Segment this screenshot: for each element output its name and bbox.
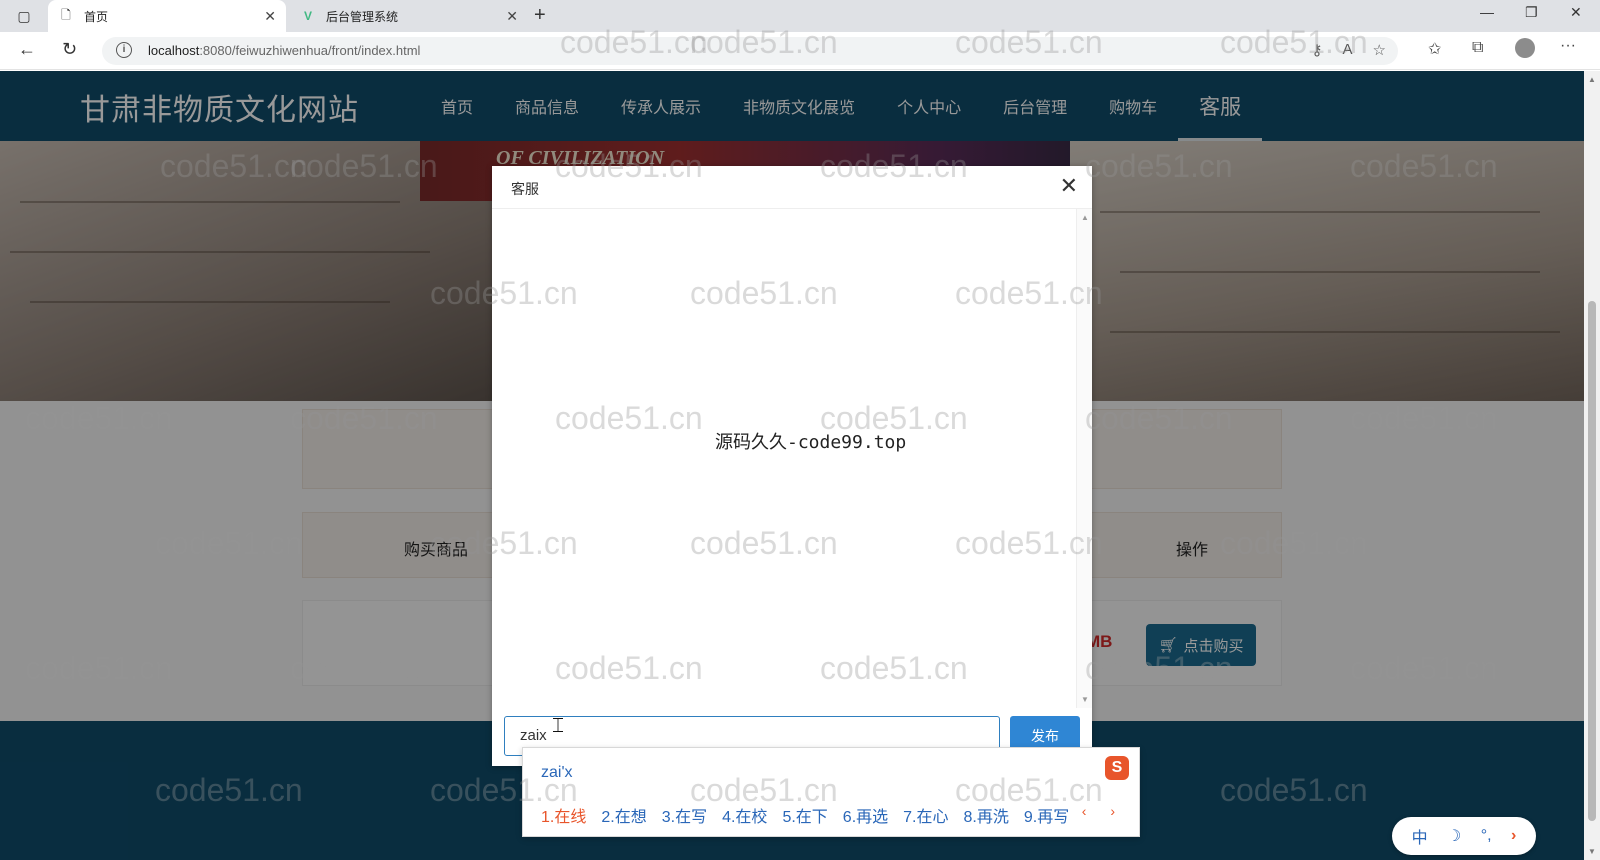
tab-title: 后台管理系统 [326,9,399,24]
ime-candidate[interactable]: 7.在心 [903,803,948,827]
close-icon[interactable]: ✕ [1060,174,1078,198]
ime-candidate[interactable]: 4.在校 [722,803,767,827]
reload-icon[interactable]: ↻ [62,39,77,60]
ime-candidate[interactable]: 3.在写 [662,803,707,827]
moon-icon[interactable]: ☽ [1447,826,1461,846]
address-bar: ← ↻ i localhost:8080/feiwuzhiwenhua/fron… [0,32,1600,70]
ime-composition: zai'x [541,764,573,781]
more-icon[interactable]: ··· [1560,37,1576,55]
ime-lang-toggle[interactable]: 中 [1412,824,1428,848]
profile-avatar[interactable] [1515,38,1535,58]
chat-message: 源码久久-code99.top [715,432,907,453]
vue-icon: V [303,9,312,23]
scroll-down-icon[interactable]: ▼ [1081,695,1089,704]
scroll-down-icon[interactable]: ▼ [1588,847,1596,856]
scroll-up-icon[interactable]: ▲ [1081,213,1089,222]
collections-icon[interactable]: ⧉ [1472,39,1483,57]
ime-candidate[interactable]: 1.在线 [541,803,586,827]
add-favorite-icon[interactable]: ☆ [1373,41,1386,59]
window-close-icon[interactable]: ✕ [1570,4,1582,21]
page-scrollbar[interactable]: ▲ ▼ [1584,71,1600,860]
tab-close-icon[interactable]: ✕ [264,8,276,25]
ime-candidate[interactable]: 5.在下 [782,803,827,827]
new-tab-icon[interactable]: + [534,4,546,27]
browser-tab-home[interactable]: 🗋 首页 ✕ [48,0,286,32]
ime-candidate-window: zai'x S 1.在线 2.在想 3.在写 4.在校 5.在下 6.再选 7.… [522,747,1140,837]
punctuation-icon[interactable]: °, [1481,827,1492,845]
url-icons: ⚷ A ☆ [1312,41,1386,59]
minimize-icon[interactable]: — [1480,4,1494,20]
browser-tab-bar: ▢ 🗋 首页 ✕ V 后台管理系统 ✕ + — ❐ ✕ [0,0,1600,32]
chat-message-area[interactable] [492,209,1076,708]
ime-candidate[interactable]: 8.再洗 [964,803,1009,827]
site-info-icon[interactable]: i [116,42,132,58]
scrollbar-thumb[interactable] [1588,301,1596,821]
customer-service-dialog: 客服 ✕ ▲ ▼ 源码久久-code99.top zaix 发布 [492,166,1092,766]
key-icon[interactable]: ⚷ [1312,41,1323,59]
text-cursor-icon: ⌶ [552,715,564,737]
ime-candidate[interactable]: 6.再选 [843,803,888,827]
back-icon[interactable]: ← [18,39,36,60]
browser-tab-admin[interactable]: V 后台管理系统 ✕ [290,0,528,32]
tab-actions-icon[interactable]: ▢ [8,5,40,27]
chat-scrollbar[interactable]: ▲ ▼ [1076,209,1092,708]
url-field[interactable]: i localhost:8080/feiwuzhiwenhua/front/in… [102,37,1398,65]
dialog-title: 客服 [511,181,539,197]
ime-toolbar: 中 ☽ °, › [1392,817,1536,855]
page-icon: 🗋 [61,7,71,22]
url-text: localhost:8080/feiwuzhiwenhua/front/inde… [148,43,421,58]
tab-close-icon[interactable]: ✕ [506,8,518,25]
sogou-logo-icon: S [1105,756,1129,780]
dialog-header: 客服 ✕ [492,166,1092,209]
ime-candidate[interactable]: 2.在想 [601,803,646,827]
read-aloud-icon[interactable]: A [1343,41,1353,59]
ime-candidates: 1.在线 2.在想 3.在写 4.在校 5.在下 6.再选 7.在心 8.再洗 … [541,803,1069,827]
tab-title: 首页 [84,9,109,24]
restore-icon[interactable]: ❐ [1525,4,1538,21]
favorites-icon[interactable]: ✩ [1428,39,1441,59]
chevron-right-icon[interactable]: › [1511,827,1516,845]
ime-pager[interactable]: ‹ › [1082,803,1125,819]
ime-candidate[interactable]: 9.再写 [1024,803,1069,827]
scroll-up-icon[interactable]: ▲ [1588,75,1596,84]
